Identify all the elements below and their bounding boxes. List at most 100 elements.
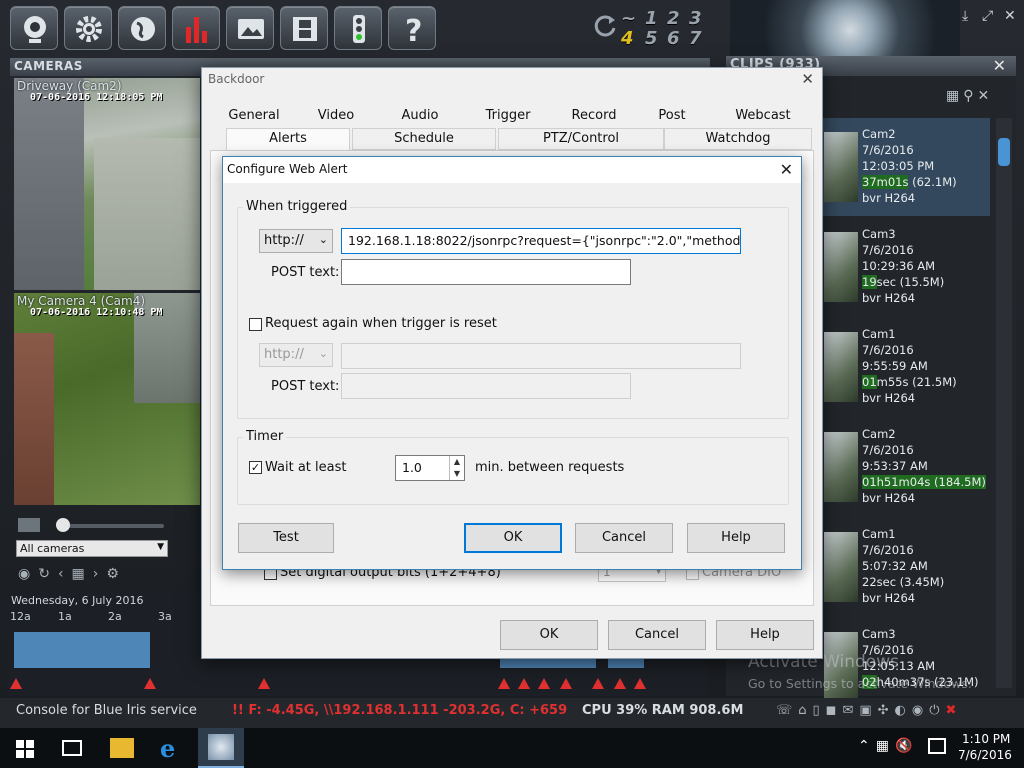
film-icon (293, 17, 317, 41)
post-text-label: POST text: (271, 265, 340, 280)
restore-icon[interactable]: ⤢ (982, 8, 993, 24)
close-icon[interactable]: ✕ (801, 70, 814, 88)
clip-thumbnail (824, 332, 858, 402)
camera-tile-cam4[interactable]: My Camera 4 (Cam4) 07-06-2016 12:10:48 P… (14, 293, 200, 505)
blue-iris-app-icon (208, 734, 234, 760)
activation-watermark-sub: Go to Settings to activate Windows. (748, 676, 972, 691)
clip-duration-rest: 22sec (3.45M) (862, 575, 945, 589)
url-input[interactable]: 192.168.1.18:8022/jsonrpc?request={"json… (341, 228, 741, 254)
picture-icon (238, 19, 264, 39)
timeline-button[interactable] (280, 6, 328, 50)
tab-trigger[interactable]: Trigger (462, 108, 554, 123)
alert-marker-icon[interactable] (144, 678, 156, 689)
tab-alerts[interactable]: Alerts (226, 128, 350, 150)
help-button[interactable]: Help (716, 620, 814, 650)
alert-marker-icon[interactable] (592, 678, 604, 689)
clip-item[interactable]: Cam1 7/6/2016 9:55:59 AM 01m55s (21.5M) bvr … (820, 318, 990, 416)
profile-selector[interactable]: ~ 4 1 2 3 5 6 7 (593, 8, 715, 49)
layout-icon[interactable] (18, 518, 40, 532)
close-icon[interactable]: ✕ (780, 160, 793, 179)
clip-item[interactable]: Cam2 7/6/2016 12:03:05 PM 37m01s (62.1M) bvr… (820, 118, 990, 216)
alert-marker-icon[interactable] (538, 678, 550, 689)
alert-marker-icon[interactable] (258, 678, 270, 689)
url-input-reset[interactable] (341, 343, 741, 369)
alert-marker-icon[interactable] (10, 678, 22, 689)
profile-4[interactable]: 4 (621, 28, 641, 49)
profile-3[interactable]: 3 (689, 8, 709, 29)
clip-duration: 22sec (3.45M) (862, 574, 944, 590)
file-explorer-icon[interactable] (110, 738, 134, 758)
cancel-button[interactable]: Cancel (608, 620, 706, 650)
scheme-select-reset[interactable]: http:// ⌄ (259, 343, 333, 367)
clip-camera: Cam1 (862, 327, 896, 341)
tray-icons[interactable]: ⌃▦🔇 (858, 738, 918, 754)
profile-1[interactable]: 1 (645, 8, 665, 29)
task-view-icon[interactable] (62, 740, 82, 756)
alert-marker-icon[interactable] (560, 678, 572, 689)
request-again-checkbox[interactable] (249, 318, 262, 331)
profile-6[interactable]: 6 (667, 28, 687, 49)
scheme-select[interactable]: http:// ⌄ (259, 229, 333, 253)
post-text-input[interactable] (341, 259, 631, 285)
test-button[interactable]: Test (238, 523, 334, 553)
scrollbar-thumb[interactable] (998, 138, 1010, 166)
profile-7[interactable]: 7 (689, 28, 709, 49)
status-icons[interactable]: ☏⌂▯◼✉▣✣◐◉⏻✖ (776, 703, 1022, 723)
clip-item[interactable]: Cam2 7/6/2016 9:53:37 AM 01h51m04s (184.5M)… (820, 418, 990, 516)
alert-marker-icon[interactable] (498, 678, 510, 689)
close-icon[interactable]: ✕ (1004, 8, 1016, 24)
alert-marker-icon[interactable] (614, 678, 626, 689)
cancel-button[interactable]: Cancel (575, 523, 673, 553)
tab-ptz-control[interactable]: PTZ/Control (498, 128, 664, 150)
camera-label: Driveway (Cam2) (17, 79, 122, 93)
clip-duration-highlight: 01 (862, 375, 877, 389)
windows-start-icon[interactable] (16, 740, 34, 761)
post-text-input-reset[interactable] (341, 373, 631, 399)
zoom-slider[interactable] (56, 518, 164, 532)
wait-at-least-checkbox[interactable]: ✓ (249, 461, 262, 474)
settings-button[interactable] (64, 6, 112, 50)
storage-alert[interactable]: !! F: -4.45G, \\192.168.1.111 -203.2G, C… (232, 703, 572, 718)
tab-record[interactable]: Record (554, 108, 634, 123)
clip-thumbnail (824, 532, 858, 602)
tab-webcast[interactable]: Webcast (710, 108, 816, 123)
alert-marker-icon[interactable] (518, 678, 530, 689)
notifications-icon[interactable] (928, 738, 946, 754)
tab-schedule[interactable]: Schedule (352, 128, 496, 150)
clip-tools[interactable]: ▦⚲✕ (946, 88, 1008, 106)
profile-tilde[interactable]: ~ (621, 8, 641, 29)
close-panel-icon[interactable]: ✕ (993, 56, 1006, 75)
help-button[interactable]: Help (687, 523, 785, 553)
help-button[interactable]: ? (388, 6, 436, 50)
traffic-signal-button[interactable] (334, 6, 382, 50)
internet-explorer-icon[interactable]: e (160, 734, 175, 763)
clips-viewer-button[interactable] (226, 6, 274, 50)
tab-watchdog[interactable]: Watchdog (664, 128, 812, 150)
timeline-clip-block[interactable] (14, 632, 150, 668)
camera-controls[interactable]: ◉↻‹▦›⚙ (18, 566, 127, 582)
spinner-arrows[interactable]: ▲ ▼ (449, 456, 464, 480)
clip-time: 5:07:32 AM (862, 559, 928, 573)
minimize-icon[interactable]: ⤓ (962, 8, 968, 24)
clip-item[interactable]: Cam1 7/6/2016 5:07:32 AM 22sec (3.45M) bvr H… (820, 518, 990, 616)
tab-video[interactable]: Video (294, 108, 378, 123)
tab-general[interactable]: General (214, 108, 294, 123)
alert-marker-icon[interactable] (634, 678, 646, 689)
status-button[interactable] (172, 6, 220, 50)
slider-handle[interactable] (56, 518, 70, 532)
clip-format: bvr H264 (862, 391, 916, 405)
tab-post[interactable]: Post (634, 108, 710, 123)
ok-button[interactable]: OK (500, 620, 598, 650)
profile-5[interactable]: 5 (645, 28, 665, 49)
ok-button[interactable]: OK (464, 523, 562, 553)
clips-scrollbar[interactable] (996, 118, 1012, 688)
tab-audio[interactable]: Audio (378, 108, 462, 123)
blue-iris-taskbar-button[interactable] (198, 728, 244, 768)
clip-camera: Cam3 (862, 227, 896, 241)
cameras-button[interactable] (10, 6, 58, 50)
camera-tile-driveway[interactable]: Driveway (Cam2) 07-06-2016 12:18:05 PM (14, 78, 200, 290)
clip-item[interactable]: Cam3 7/6/2016 10:29:36 AM 19sec (15.5M) bvr … (820, 218, 990, 316)
profile-2[interactable]: 2 (667, 8, 687, 29)
camera-filter-select[interactable]: All cameras ▼ (16, 540, 168, 557)
web-server-button[interactable] (118, 6, 166, 50)
